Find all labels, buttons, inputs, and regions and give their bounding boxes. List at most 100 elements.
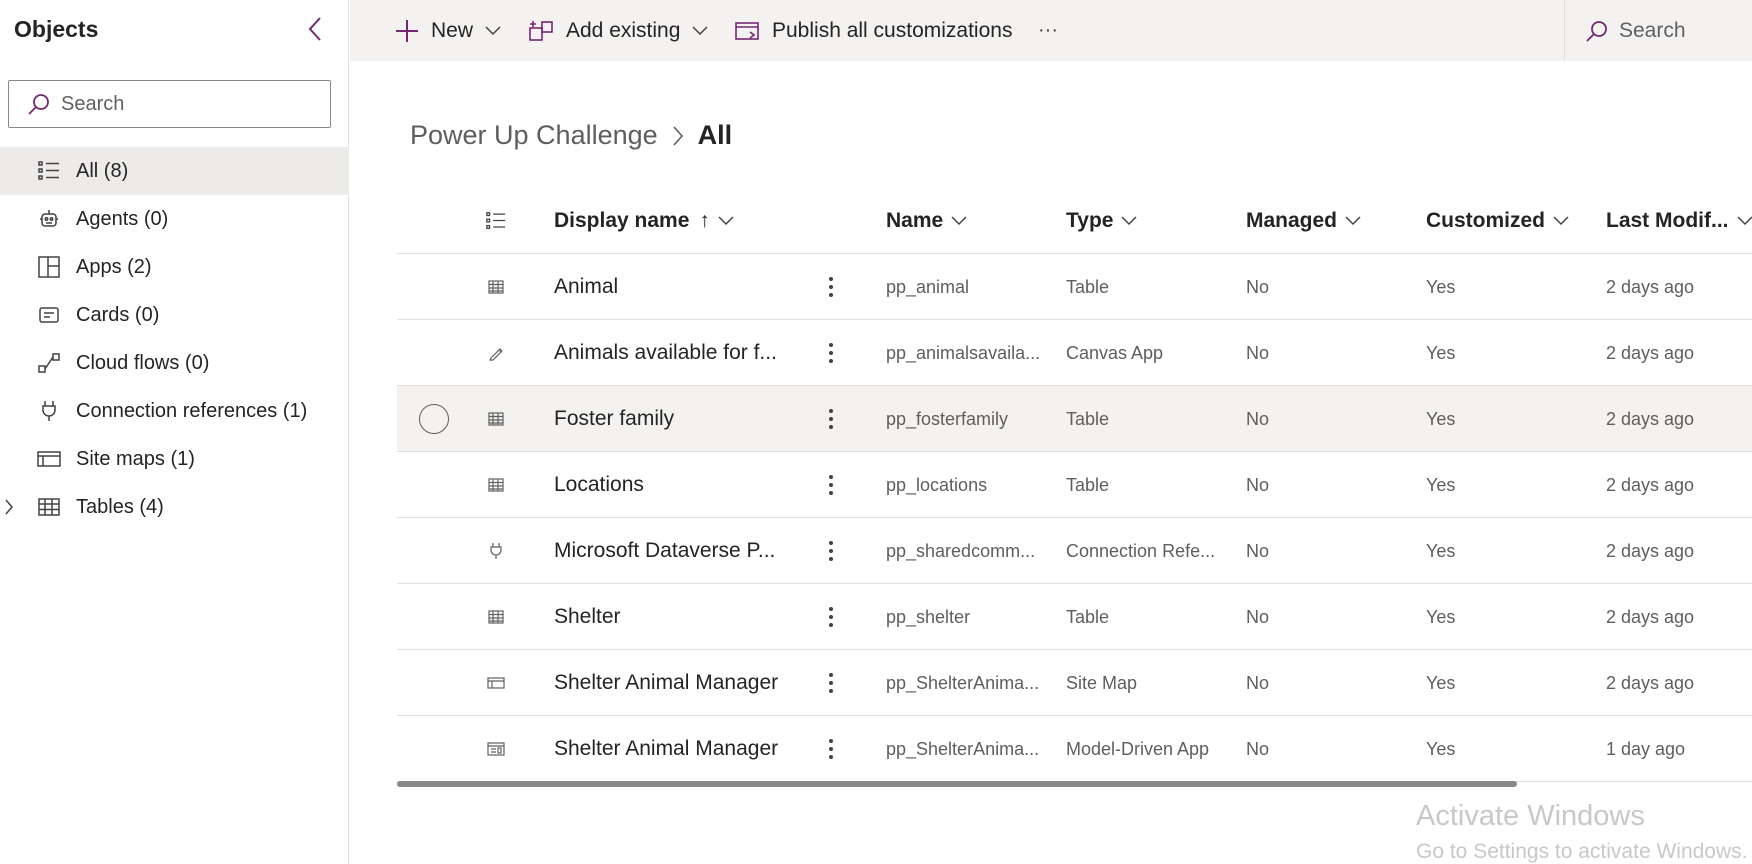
table-row[interactable]: Shelter Animal Manager pp_ShelterAnima...… <box>397 716 1752 782</box>
cell-managed: No <box>1246 474 1270 495</box>
breadcrumb-parent[interactable]: Power Up Challenge <box>410 120 658 151</box>
more-vertical-icon <box>829 739 833 759</box>
chevron-right-icon[interactable] <box>4 498 18 516</box>
global-search-label: Search <box>1619 18 1686 42</box>
cell-display-name[interactable]: Foster family <box>554 386 674 452</box>
table-row[interactable]: Shelter Animal Manager pp_ShelterAnima...… <box>397 650 1752 716</box>
bot-icon <box>36 206 62 232</box>
table-icon <box>487 410 505 428</box>
column-header-type[interactable]: Type <box>1066 188 1137 254</box>
chevron-down-icon <box>1121 216 1137 226</box>
cell-display-name[interactable]: Shelter Animal Manager <box>554 716 778 782</box>
collapse-panel-button[interactable] <box>300 14 330 44</box>
column-header-display-name[interactable]: Display name ↑ <box>554 188 734 254</box>
add-existing-button[interactable]: Add existing <box>528 0 708 61</box>
chevron-right-icon <box>672 125 684 147</box>
objects-panel: Objects All (8) Agents (0) Apps (2) <box>0 0 349 864</box>
nav-item-site-maps[interactable]: Site maps (1) <box>0 435 349 483</box>
cell-last-modified: 2 days ago <box>1606 408 1695 429</box>
cell-display-name[interactable]: Microsoft Dataverse P... <box>554 518 775 584</box>
nav-item-connection-references[interactable]: Connection references (1) <box>0 387 349 435</box>
cell-managed: No <box>1246 672 1270 693</box>
table-row[interactable]: Microsoft Dataverse P... pp_sharedcomm...… <box>397 518 1752 584</box>
cell-last-modified: 2 days ago <box>1606 342 1695 363</box>
select-all-button[interactable] <box>485 188 507 254</box>
nav-item-tables[interactable]: Tables (4) <box>0 483 349 531</box>
row-more-button[interactable] <box>821 254 841 320</box>
new-button[interactable]: New <box>395 0 501 61</box>
nav-item-cloud-flows[interactable]: Cloud flows (0) <box>0 339 349 387</box>
row-more-button[interactable] <box>821 584 841 650</box>
nav-item-all[interactable]: All (8) <box>0 147 349 195</box>
cell-managed: No <box>1246 540 1270 561</box>
cell-managed: No <box>1246 408 1270 429</box>
table-row[interactable]: Locations pp_locations Table No Yes 2 days ag… <box>397 452 1752 518</box>
row-select-radio[interactable] <box>419 404 449 434</box>
column-label: Type <box>1066 209 1114 232</box>
cell-type: Canvas App <box>1066 342 1164 363</box>
table-row[interactable]: Foster family pp_fosterfamily Table No Yes 2 … <box>397 386 1752 452</box>
plug-icon <box>36 398 62 424</box>
cell-last-modified: 2 days ago <box>1606 474 1695 495</box>
cell-display-name[interactable]: Animals available for f... <box>554 320 777 386</box>
column-header-last-modified[interactable]: Last Modif... <box>1606 188 1752 254</box>
nav-item-label: Agents (0) <box>76 207 169 230</box>
column-header-managed[interactable]: Managed <box>1246 188 1361 254</box>
row-more-button[interactable] <box>821 650 841 716</box>
more-vertical-icon <box>829 277 833 297</box>
objects-search-input[interactable] <box>61 92 301 116</box>
chevron-down-icon <box>1553 216 1569 226</box>
cell-last-modified: 1 day ago <box>1606 738 1686 759</box>
column-header-name[interactable]: Name <box>886 188 967 254</box>
row-more-button[interactable] <box>821 716 841 782</box>
cell-name: pp_locations <box>886 474 988 495</box>
chevron-left-icon <box>308 17 321 41</box>
row-more-button[interactable] <box>821 386 841 452</box>
table-row[interactable]: Shelter pp_shelter Table No Yes 2 days ago <box>397 584 1752 650</box>
publish-label: Publish all customizations <box>772 18 1013 42</box>
more-vertical-icon <box>829 607 833 627</box>
cell-name: pp_ShelterAnima... <box>886 738 1040 759</box>
row-more-button[interactable] <box>821 518 841 584</box>
horizontal-scrollbar[interactable] <box>397 781 1517 787</box>
objects-search-box[interactable] <box>8 80 331 128</box>
chevron-down-icon <box>485 25 501 36</box>
nav-item-apps[interactable]: Apps (2) <box>0 243 349 291</box>
more-vertical-icon <box>829 673 833 693</box>
cell-display-name[interactable]: Shelter <box>554 584 621 650</box>
breadcrumb-current: All <box>697 120 733 150</box>
cell-customized: Yes <box>1426 606 1456 627</box>
column-label: Display name <box>554 209 690 232</box>
row-more-button[interactable] <box>821 452 841 518</box>
column-header-customized[interactable]: Customized <box>1426 188 1569 254</box>
global-search[interactable]: Search <box>1564 0 1752 61</box>
row-more-button[interactable] <box>821 320 841 386</box>
plug-icon <box>487 542 505 560</box>
cell-customized: Yes <box>1426 474 1456 495</box>
cell-type: Site Map <box>1066 672 1138 693</box>
publish-all-button[interactable]: Publish all customizations <box>734 0 1012 61</box>
nav-item-label: Site maps (1) <box>76 447 195 470</box>
cell-display-name[interactable]: Shelter Animal Manager <box>554 650 778 716</box>
cell-managed: No <box>1246 606 1270 627</box>
cell-type: Table <box>1066 606 1110 627</box>
nav-item-agents[interactable]: Agents (0) <box>0 195 349 243</box>
table-row[interactable]: Animal pp_animal Table No Yes 2 days ago <box>397 254 1752 320</box>
new-label: New <box>431 18 474 42</box>
cell-name: pp_fosterfamily <box>886 408 1009 429</box>
add-existing-icon <box>528 19 554 43</box>
more-commands-button[interactable]: ··· <box>1038 0 1058 61</box>
cell-customized: Yes <box>1426 540 1456 561</box>
cell-display-name[interactable]: Locations <box>554 452 644 518</box>
column-label: Customized <box>1426 209 1546 232</box>
list-icon <box>36 158 62 184</box>
nav-item-label: Apps (2) <box>76 255 152 278</box>
breadcrumb: Power Up Challenge All <box>410 120 732 151</box>
cell-type: Connection Refe... <box>1066 540 1216 561</box>
card-icon <box>36 302 62 328</box>
grid-header: Display name ↑ Name Type Managed Customi… <box>397 188 1752 254</box>
table-row[interactable]: Animals available for f... pp_animalsavai… <box>397 320 1752 386</box>
nav-item-cards[interactable]: Cards (0) <box>0 291 349 339</box>
cell-display-name[interactable]: Animal <box>554 254 618 320</box>
cell-customized: Yes <box>1426 342 1456 363</box>
